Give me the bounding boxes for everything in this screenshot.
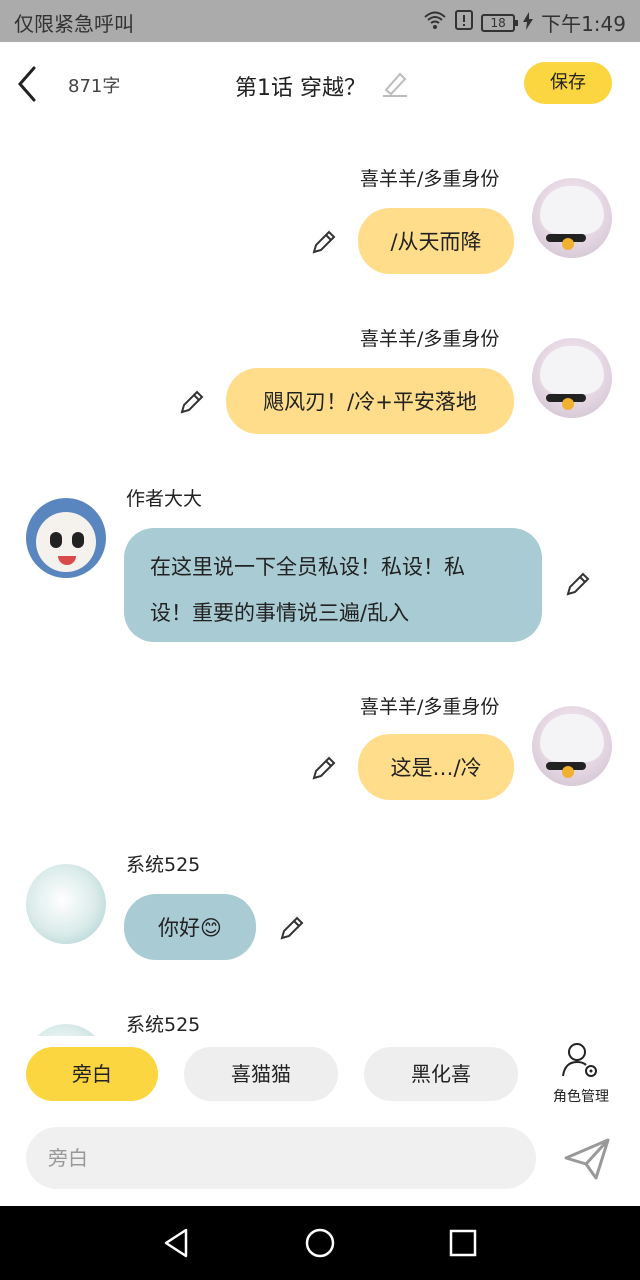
edit-title-button[interactable] <box>380 68 410 98</box>
send-icon <box>564 1138 610 1180</box>
pencil-icon <box>312 756 336 780</box>
anime-avatar[interactable] <box>532 706 612 786</box>
message-text-line: 在这里说一下全员私设！私设！私 <box>150 555 465 579</box>
pencil-icon <box>383 72 407 97</box>
save-button[interactable]: 保存 <box>524 62 612 104</box>
role-manager-label: 角色管理 <box>553 1089 609 1105</box>
status-icons: 18 下午1:49 <box>423 8 626 37</box>
wifi-icon <box>423 10 447 35</box>
message-input[interactable]: 旁白 <box>26 1127 536 1189</box>
sender-name: 喜羊羊/多重身份 <box>360 328 500 350</box>
battery-icon: 18 <box>481 13 519 32</box>
message-bubble[interactable]: 这是…/冷 <box>358 734 514 800</box>
alert-icon <box>455 10 474 35</box>
header: 871字 第1话 穿越？ 保存 <box>0 42 640 126</box>
sheep-avatar[interactable] <box>26 498 106 578</box>
time-text: 下午1:49 <box>541 12 626 36</box>
sender-name: 作者大大 <box>126 488 203 510</box>
chapter-title: 第1话 穿越？ <box>235 76 366 101</box>
role-selector-bar: 旁白 喜猫猫 黑化喜 角色管理 <box>0 1036 640 1116</box>
message-text-line: 设！重要的事情说三遍/乱入 <box>150 601 410 625</box>
sender-name: 喜羊羊/多重身份 <box>360 168 500 190</box>
system-nav-bar <box>0 1206 640 1280</box>
pencil-icon <box>312 230 336 254</box>
edit-message-button[interactable] <box>178 388 206 416</box>
word-count: 871字 <box>68 76 121 97</box>
role-manager-button[interactable]: 角色管理 <box>546 1042 616 1106</box>
role-button[interactable]: 喜猫猫 <box>184 1047 338 1101</box>
girl-avatar[interactable] <box>26 1024 106 1036</box>
role-button[interactable]: 黑化喜 <box>364 1047 518 1101</box>
message-text: 你好😊 <box>158 916 222 940</box>
status-bar: 仅限紧急呼叫 18 下午1:49 <box>0 0 640 42</box>
carrier-text: 仅限紧急呼叫 <box>14 12 134 36</box>
edit-message-button[interactable] <box>310 228 338 256</box>
chevron-left-icon <box>18 66 36 102</box>
square-recents-icon <box>449 1229 477 1257</box>
anime-avatar[interactable] <box>532 178 612 258</box>
girl-avatar[interactable] <box>26 864 106 944</box>
nav-recents-button[interactable] <box>446 1226 480 1260</box>
input-bar: 旁白 <box>0 1116 640 1206</box>
sender-name: 喜羊羊/多重身份 <box>360 696 500 718</box>
message-bubble[interactable]: 在这里说一下全员私设！私设！私 设！重要的事情说三遍/乱入 <box>124 528 542 642</box>
edit-message-button[interactable] <box>564 570 592 598</box>
edit-message-button[interactable] <box>278 914 306 942</box>
send-button[interactable] <box>562 1134 612 1184</box>
sender-name: 系统525 <box>126 854 201 876</box>
circle-home-icon <box>305 1228 335 1258</box>
message-text: 这是…/冷 <box>390 756 482 780</box>
sender-name: 系统525 <box>126 1014 201 1036</box>
pencil-icon <box>280 916 304 940</box>
back-button[interactable] <box>14 64 44 104</box>
pencil-icon <box>180 390 204 414</box>
message-text: /从天而降 <box>390 230 482 254</box>
message-bubble[interactable]: 你好😊 <box>124 894 256 960</box>
pencil-icon <box>566 572 590 596</box>
role-narrator-button[interactable]: 旁白 <box>26 1047 158 1101</box>
message-bubble[interactable]: /从天而降 <box>358 208 514 274</box>
user-settings-icon <box>562 1043 597 1077</box>
triangle-back-icon <box>164 1228 188 1258</box>
nav-home-button[interactable] <box>303 1226 337 1260</box>
message-bubble[interactable]: 飓风刃！/冷+平安落地 <box>226 368 514 434</box>
edit-message-button[interactable] <box>310 754 338 782</box>
message-text: 飓风刃！/冷+平安落地 <box>263 390 477 414</box>
anime-avatar[interactable] <box>532 338 612 418</box>
charging-icon <box>523 11 534 35</box>
nav-back-button[interactable] <box>160 1226 194 1260</box>
chat-area[interactable]: 喜羊羊/多重身份 /从天而降 喜羊羊/多重身份 飓风刃！/冷+平安落地 作者大大… <box>0 126 640 1036</box>
